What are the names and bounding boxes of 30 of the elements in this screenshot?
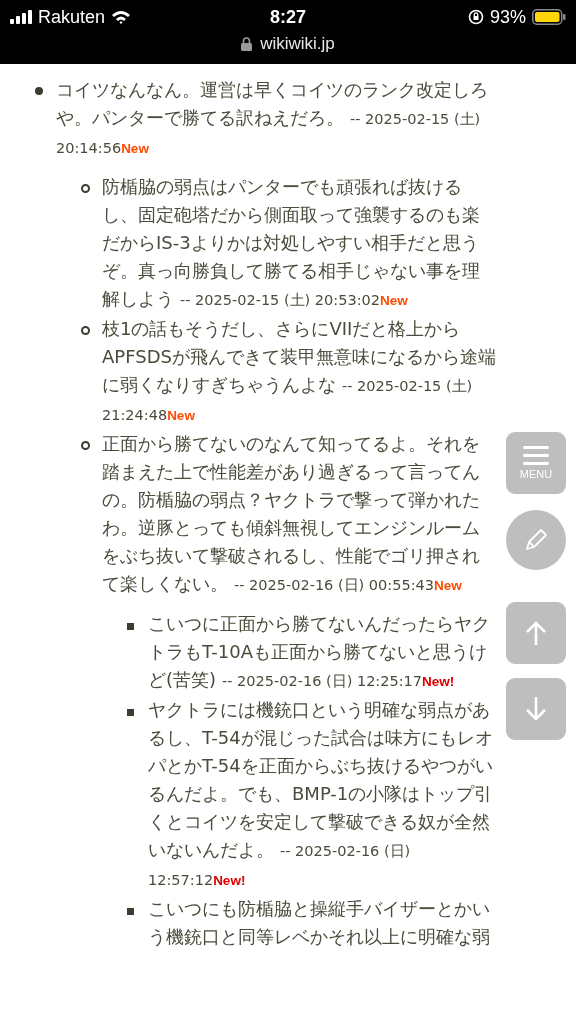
arrow-up-icon [525,620,547,646]
comment-text: コイツなんなん。運営は早くコイツのランク改定しろや。パンターで勝てる訳ねえだろ。 -- 2025-02-15 (土) 20:14:56New [56,78,489,158]
battery-icon [532,9,566,25]
bullet-icon [81,326,90,335]
rotation-lock-icon [467,9,484,25]
clock-time: 8:27 [270,6,306,28]
url-text[interactable]: wikiwiki.jp [260,34,335,54]
comment-text: こいつにも防楯脇と操縦手バイザーとかいう機銃口と同等レベかそれ以上に明確な弱 [148,897,491,949]
comment-text: ヤクトラには機銃口という明確な弱点があるし、T-54が混じった試合は味方にもレオパとかT-54を正面からぶち抜けるやつがいるんだよ。でも、BMP-1の小隊はトップ引くとコイツを安定して撃破できる奴が全然いないんだよ。 -- 2025-02-16 (日) 12:57:12New! [148,698,494,890]
signal-icon [10,10,32,24]
menu-icon [523,446,549,466]
edit-button[interactable] [506,510,566,570]
lock-icon [241,37,253,51]
bullet-icon [127,709,134,716]
bullet-icon [127,623,134,630]
comment-text: 防楯脇の弱点はパンターでも頑張れば抜けるし、固定砲塔だから側面取って強襲するのも楽だからIS-3よりかは対処しやすい相手だと思うぞ。真っ向勝負して勝てる相手じゃない事を理解しよう -- 2025-02-15 (土) 20:53:02New [102,175,481,311]
arrow-down-icon [525,696,547,722]
carrier-name: Rakuten [38,6,106,28]
bullet-icon [127,908,134,915]
scroll-up-button[interactable] [506,602,566,664]
comment-text: 正面から勝てないのなんて知ってるよ。それを踏まえた上で性能差があり過ぎるって言ってんの。防楯脇の弱点？ヤクトラで撃って弾かれたわ。逆豚とっても傾斜無視してエンジンルームをぶち抜いて撃破されるし、性能でゴリ押されて楽しくない。 -- 2025-02-16 (日) 00:55:43New [102,432,481,596]
battery-percent: 93% [489,6,526,28]
comment-text: こいつに正面から勝てないんだったらヤクトラもT-10Aも正面から勝てないと思うけど(苦笑) -- 2025-02-16 (日) 12:25:17New! [148,612,491,692]
bullet-icon [35,87,43,95]
bullet-icon [81,441,90,450]
wifi-icon [111,10,132,24]
comment-text: 枝1の話もそうだし、さらにVIIだと格上からAPFSDSが飛んできて装甲無意味になるから途端に弱くなりすぎちゃうんよな -- 2025-02-15 (土) 21:24:48New [102,317,496,425]
pencil-icon [523,527,549,553]
bullet-icon [81,184,90,193]
scroll-down-button[interactable] [506,678,566,740]
